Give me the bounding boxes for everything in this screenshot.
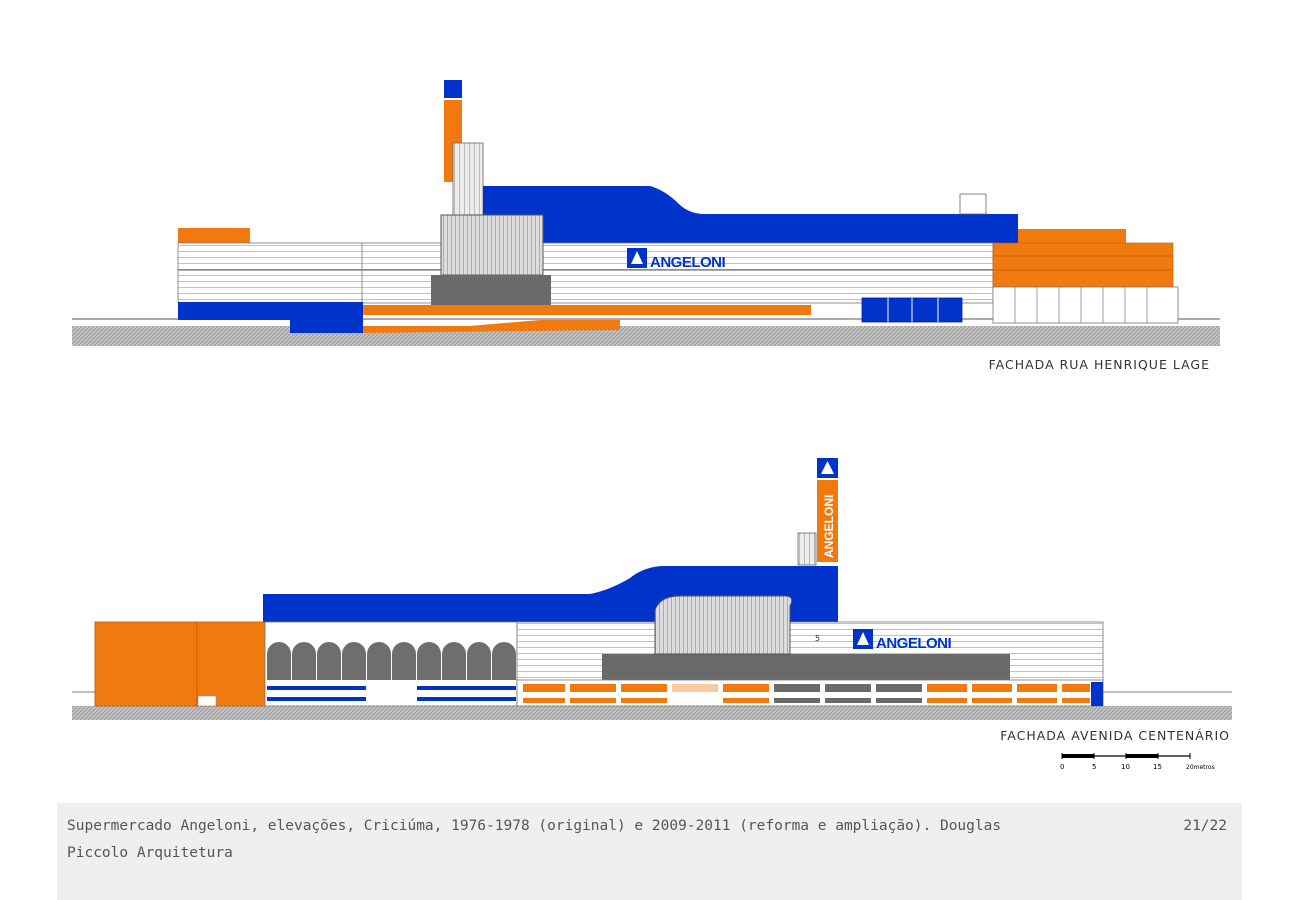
curved-canopy — [654, 595, 793, 655]
scale-tick: 0 — [1060, 763, 1064, 771]
right-orange-block — [992, 242, 1174, 288]
roof-vent — [959, 193, 987, 215]
left-orange-block-1 — [94, 621, 198, 707]
right-colonnade — [992, 286, 1179, 324]
slide-counter: 21/22 — [1183, 818, 1227, 834]
left-blue-base — [178, 302, 363, 320]
scale-tick: 20metros — [1186, 764, 1215, 771]
scale-tick: 10 — [1121, 763, 1130, 771]
ground-strip — [72, 706, 1232, 720]
ground-strip — [72, 326, 1220, 346]
tower-text: ANGELONI — [822, 495, 836, 558]
chimney-cap — [444, 80, 462, 98]
elevation-henrique-lage: ANGELONI — [72, 80, 1220, 346]
elevation-drawings: ANGELONI ANGELONI 5 ANGELONI — [72, 80, 1232, 720]
facade-dark-band — [602, 654, 1010, 680]
scale-tick: 15 — [1153, 763, 1162, 771]
facade-marker: 5 — [815, 634, 820, 643]
drawing-title-henrique-lage: FACHADA RUA HENRIQUE LAGE — [988, 357, 1210, 372]
roof-blue — [483, 186, 1018, 243]
sign-text-bottom: ANGELONI — [876, 635, 952, 652]
sign-text-top: ANGELONI — [650, 254, 726, 271]
entrance-canopy — [440, 214, 544, 276]
orange-ramp-stripe — [363, 305, 811, 315]
left-blue-base-lower — [290, 319, 363, 333]
caption-text: Supermercado Angeloni, elevações, Criciú… — [67, 818, 1002, 861]
caption-panel: Supermercado Angeloni, elevações, Criciú… — [57, 803, 1242, 900]
elevation-avenida-centenario: ANGELONI 5 ANGELONI — [72, 458, 1232, 720]
scale-tick: 5 — [1092, 763, 1096, 771]
main-facade-band — [177, 242, 994, 304]
left-orange-block-2 — [196, 621, 266, 707]
left-orange-block — [178, 228, 250, 244]
right-orange-top — [1018, 229, 1126, 243]
chimney-white-tower — [452, 142, 484, 216]
drawing-title-avenida-centenario: FACHADA AVENIDA CENTENÁRIO — [1000, 728, 1230, 743]
tower-frame — [797, 532, 817, 566]
scale-bar: 0 5 10 15 20metros — [1060, 753, 1215, 771]
entrance-dark-band — [431, 275, 551, 305]
